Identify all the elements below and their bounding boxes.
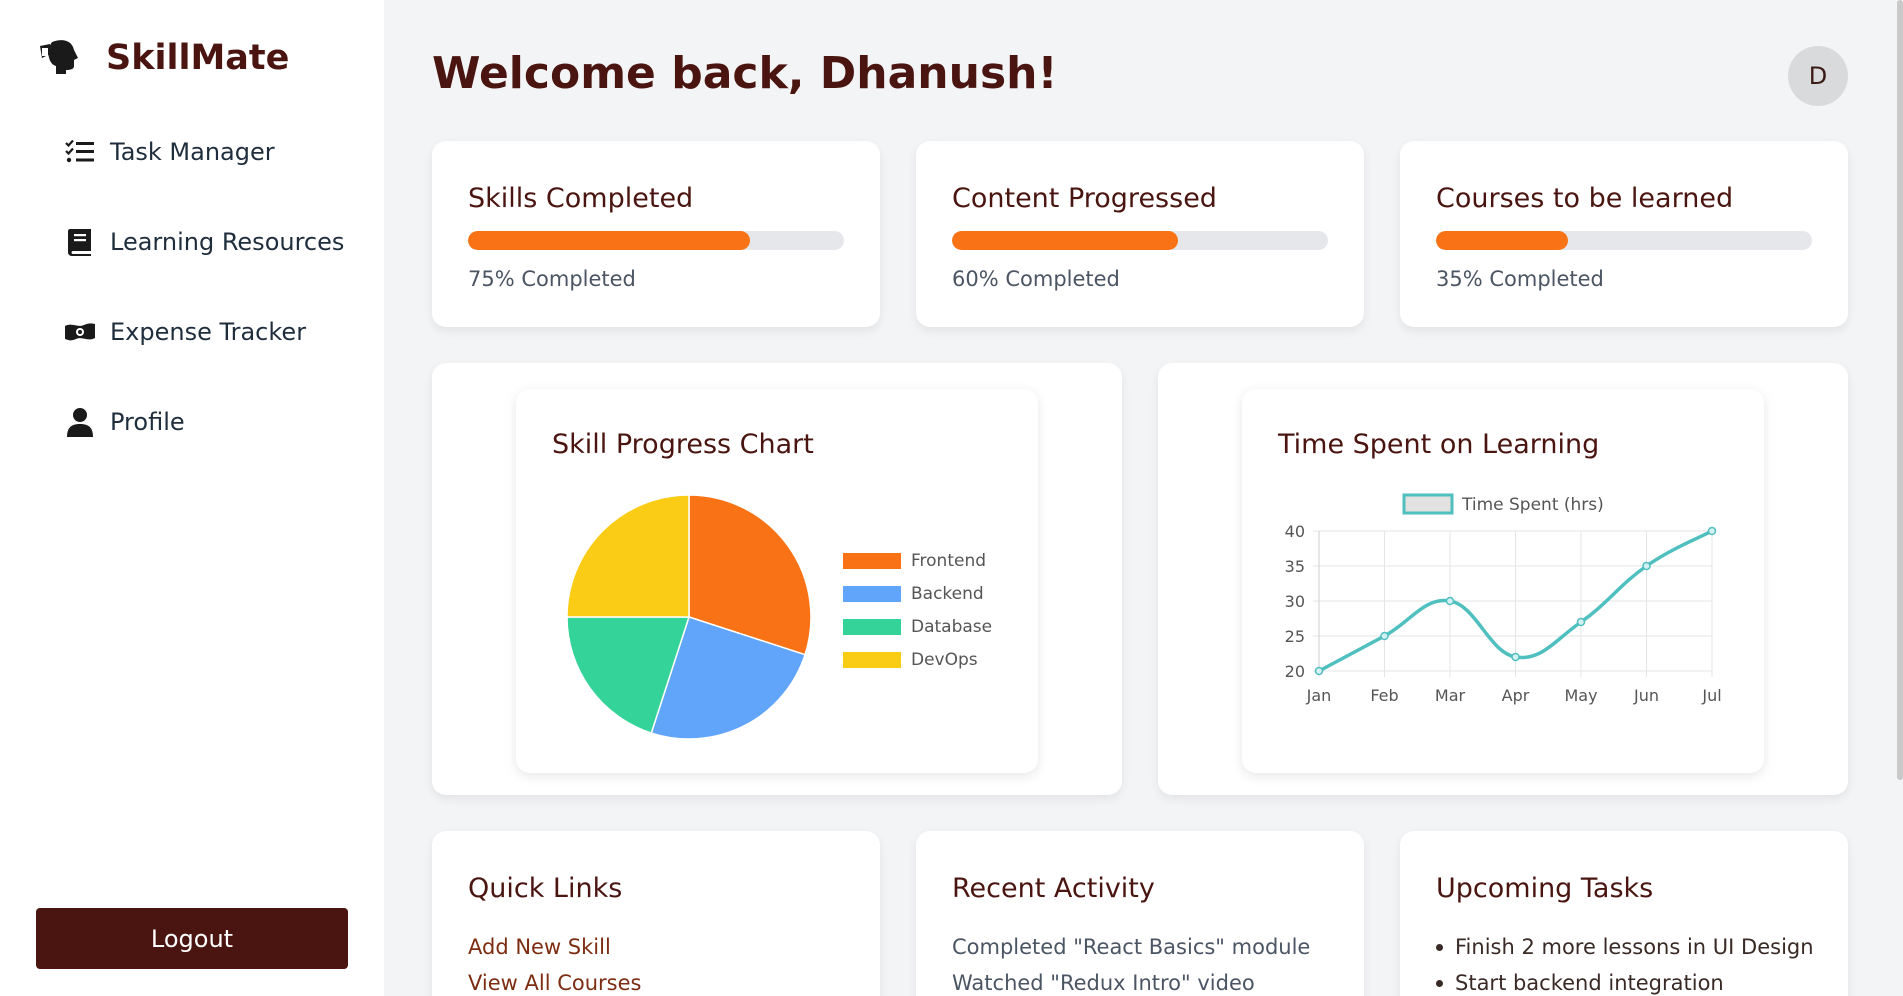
progress-fill (468, 231, 750, 250)
task-text: Start backend integration (1455, 971, 1724, 995)
data-point-feb[interactable] (1380, 631, 1389, 641)
x-tick-label: Jan (1306, 686, 1332, 705)
bullet-icon (1436, 979, 1443, 987)
stat-title: Courses to be learned (1436, 183, 1734, 214)
sidebar-nav: Task Manager Learning Resources Expense … (64, 134, 344, 494)
upcoming-tasks-card: Upcoming Tasks Finish 2 more lessons in … (1400, 831, 1848, 996)
sidebar-item-label: Task Manager (110, 138, 275, 166)
pie-slice-devops[interactable] (566, 494, 690, 618)
x-tick-label: May (1564, 686, 1597, 705)
avatar[interactable]: D (1788, 46, 1848, 106)
main-content: Welcome back, Dhanush! D Skills Complete… (384, 0, 1903, 996)
legend-label: Time Spent (hrs) (1461, 495, 1604, 515)
progress-fill (952, 231, 1178, 250)
scrollbar[interactable] (1897, 0, 1903, 780)
legend-swatch (843, 652, 901, 668)
legend-swatch (1402, 493, 1454, 515)
sidebar-item-label: Expense Tracker (110, 318, 307, 346)
data-point-jan[interactable] (1314, 666, 1324, 676)
data-point-jun[interactable] (1642, 561, 1651, 571)
task-item: Start backend integration (1436, 971, 1724, 995)
x-tick-label: Jul (1701, 686, 1721, 705)
stat-percent-label: 35% Completed (1436, 267, 1604, 291)
sidebar-item-task-manager[interactable]: Task Manager (64, 134, 344, 170)
user-icon (64, 406, 96, 438)
stat-card-skills-completed: Skills Completed 75% Completed (432, 141, 880, 327)
recent-activity-card: Recent Activity Completed "React Basics"… (916, 831, 1364, 996)
brand[interactable]: SkillMate (38, 36, 289, 80)
task-list-icon (64, 136, 96, 168)
line-chart: 20 25 30 35 40 Jan Feb Mar Apr May Jun Jul Time Spen… (1285, 493, 1722, 705)
stat-card-content-progressed: Content Progressed 60% Completed (916, 141, 1364, 327)
time-spent-panel: Time Spent on Learning 20 25 30 35 40 Jan Feb M… (1158, 363, 1848, 795)
legend-swatch (843, 619, 901, 635)
add-new-skill-link[interactable]: Add New Skill (468, 935, 611, 959)
time-spent-card: Time Spent on Learning 20 25 30 35 40 Jan Feb M… (1242, 389, 1764, 773)
skill-progress-panel: Skill Progress Chart Frontend Backend Data… (432, 363, 1122, 795)
legend-label: DevOps (911, 650, 978, 670)
progress-bar (468, 231, 844, 250)
data-point-may[interactable] (1576, 617, 1586, 627)
legend-label: Backend (911, 584, 984, 604)
book-icon (64, 226, 96, 258)
legend-swatch (843, 553, 901, 569)
activity-item: Watched "Redux Intro" video (952, 971, 1255, 995)
sidebar-item-label: Learning Resources (110, 228, 345, 256)
y-tick-label: 40 (1285, 522, 1305, 541)
task-text: Finish 2 more lessons in UI Design (1455, 935, 1814, 959)
data-point-mar[interactable] (1445, 596, 1455, 606)
data-point-jul[interactable] (1707, 526, 1717, 536)
y-tick-label: 30 (1285, 592, 1305, 611)
section-title: Quick Links (468, 873, 623, 904)
quick-links-card: Quick Links Add New Skill View All Cours… (432, 831, 880, 996)
sidebar-item-label: Profile (110, 408, 185, 436)
progress-bar (952, 231, 1328, 250)
skill-progress-card: Skill Progress Chart Frontend Backend Data… (516, 389, 1038, 773)
pie-chart: Frontend Backend Database DevOps (566, 494, 992, 740)
task-item: Finish 2 more lessons in UI Design (1436, 935, 1814, 959)
data-point-apr[interactable] (1511, 652, 1520, 662)
view-all-courses-link[interactable]: View All Courses (468, 971, 641, 995)
app-root: SkillMate Task Manager Learning Resource… (0, 0, 1903, 996)
y-tick-label: 25 (1285, 627, 1305, 646)
stat-percent-label: 60% Completed (952, 267, 1120, 291)
sidebar-item-expense-tracker[interactable]: Expense Tracker (64, 314, 344, 350)
activity-item: Completed "React Basics" module (952, 935, 1311, 959)
legend-label: Frontend (911, 551, 986, 571)
brand-title: SkillMate (106, 38, 290, 78)
x-tick-label: Mar (1435, 686, 1466, 705)
sidebar-item-profile[interactable]: Profile (64, 404, 344, 440)
money-icon (64, 316, 96, 348)
x-tick-label: Apr (1502, 686, 1530, 705)
progress-fill (1436, 231, 1568, 250)
sidebar-item-learning-resources[interactable]: Learning Resources (64, 224, 344, 260)
legend-swatch (843, 586, 901, 602)
stat-card-courses-to-learn: Courses to be learned 35% Completed (1400, 141, 1848, 327)
logout-button[interactable]: Logout (36, 908, 348, 969)
stat-title: Content Progressed (952, 183, 1217, 214)
stat-percent-label: 75% Completed (468, 267, 636, 291)
section-title: Upcoming Tasks (1436, 873, 1654, 904)
x-tick-label: Feb (1370, 686, 1398, 705)
page-title: Welcome back, Dhanush! (432, 48, 1058, 99)
section-title: Recent Activity (952, 873, 1155, 904)
brand-logo-icon (38, 36, 84, 80)
y-tick-label: 20 (1285, 662, 1305, 681)
bullet-icon (1436, 943, 1443, 951)
y-tick-label: 35 (1285, 557, 1305, 576)
x-tick-label: Jun (1633, 686, 1659, 705)
stat-title: Skills Completed (468, 183, 694, 214)
legend-label: Database (911, 617, 992, 637)
sidebar: SkillMate Task Manager Learning Resource… (0, 0, 384, 996)
progress-bar (1436, 231, 1812, 250)
